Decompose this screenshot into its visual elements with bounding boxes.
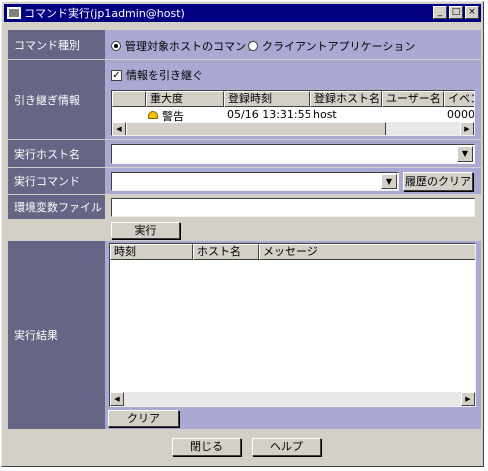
time-cell: 05/16 13:31:55 — [227, 108, 310, 121]
inherit-horizontal-scrollbar[interactable]: ◀ ▶ — [112, 122, 474, 135]
results-panel: 時刻 ホスト名 メッセージ ◀ ▶ クリア — [105, 241, 481, 430]
close-window-button[interactable]: × — [465, 6, 479, 19]
scroll-left-icon[interactable]: ◀ — [110, 392, 124, 406]
scroll-right-icon[interactable]: ▶ — [460, 122, 474, 135]
checkbox-checked-icon: ✓ — [111, 69, 122, 81]
clear-history-button[interactable]: 履歴のクリア — [403, 172, 473, 191]
inherit-checkbox-label: 情報を引き継ぐ — [126, 69, 203, 82]
scroll-thumb[interactable] — [126, 122, 386, 135]
dropdown-arrow-icon[interactable]: ▼ — [381, 174, 397, 189]
window-title: コマンド実行(jp1admin@host) — [24, 7, 185, 20]
radio-label-managed: 管理対象ホストのコマンド — [125, 40, 257, 53]
radio-label-client: クライアントアプリケーション — [262, 40, 416, 53]
dropdown-arrow-icon[interactable]: ▼ — [457, 146, 473, 162]
exec-host-combobox[interactable]: ▼ — [111, 144, 475, 164]
env-file-input[interactable] — [111, 198, 475, 217]
inherit-info-label: 引き継ぎ情報 — [8, 60, 105, 140]
env-file-panel — [105, 195, 481, 220]
column-header-event[interactable]: イベン — [444, 91, 474, 107]
column-header-message[interactable]: メッセージ — [259, 244, 475, 260]
inherit-info-panel: ✓ 情報を引き継ぐ 重大度 登録時刻 登録ホスト名 ユーザー名 イベン 警告 0… — [105, 60, 481, 140]
column-header-severity[interactable]: 重大度 — [146, 91, 224, 107]
exec-command-panel: ▼ 履歴のクリア — [105, 168, 481, 195]
scroll-right-icon[interactable]: ▶ — [461, 392, 475, 406]
column-header-blank[interactable] — [112, 91, 146, 107]
exec-host-label: 実行ホスト名 — [8, 140, 105, 168]
inherit-event-table: 重大度 登録時刻 登録ホスト名 ユーザー名 イベン 警告 05/16 13:31… — [111, 90, 475, 136]
exec-command-combobox[interactable]: ▼ — [111, 172, 399, 191]
minimize-button[interactable]: _ — [433, 6, 447, 19]
column-header-user[interactable]: ユーザー名 — [382, 91, 444, 107]
exec-command-label: 実行コマンド — [8, 168, 105, 195]
column-header-host[interactable]: ホスト名 — [193, 244, 259, 260]
radio-managed-host-command[interactable]: 管理対象ホストのコマンド — [111, 38, 257, 54]
radio-on-icon — [111, 41, 121, 51]
table-row[interactable]: 警告 05/16 13:31:55 host 000004 — [112, 108, 475, 123]
help-button[interactable]: ヘルプ — [252, 438, 321, 456]
event-cell: 000004 — [447, 108, 475, 121]
app-icon — [7, 7, 21, 19]
column-header-host[interactable]: 登録ホスト名 — [310, 91, 382, 107]
results-horizontal-scrollbar[interactable]: ◀ ▶ — [110, 392, 475, 406]
command-type-label: コマンド種別 — [8, 30, 105, 60]
clear-results-button[interactable]: クリア — [108, 410, 179, 427]
column-header-time[interactable]: 登録時刻 — [224, 91, 310, 107]
inherit-checkbox[interactable]: ✓ 情報を引き継ぐ — [111, 67, 203, 83]
run-button[interactable]: 実行 — [111, 222, 180, 239]
radio-client-application[interactable]: クライアントアプリケーション — [248, 38, 415, 54]
scroll-left-icon[interactable]: ◀ — [112, 122, 126, 135]
title-bar[interactable]: コマンド実行(jp1admin@host) _ □ × — [4, 4, 481, 22]
radio-off-icon — [248, 41, 258, 51]
command-window: コマンド実行(jp1admin@host) _ □ × コマンド種別 管理対象ホ… — [1, 1, 484, 467]
maximize-button[interactable]: □ — [449, 6, 463, 19]
warning-icon — [148, 111, 158, 119]
command-type-panel: 管理対象ホストのコマンド クライアントアプリケーション — [105, 30, 481, 60]
exec-host-panel: ▼ — [105, 140, 481, 168]
column-header-time[interactable]: 時刻 — [110, 244, 193, 260]
results-label: 実行結果 — [8, 241, 105, 430]
close-button[interactable]: 閉じる — [172, 438, 241, 456]
env-file-label: 環境変数ファイル — [8, 195, 105, 220]
results-table: 時刻 ホスト名 メッセージ ◀ ▶ — [109, 243, 476, 407]
host-cell: host — [313, 108, 337, 121]
